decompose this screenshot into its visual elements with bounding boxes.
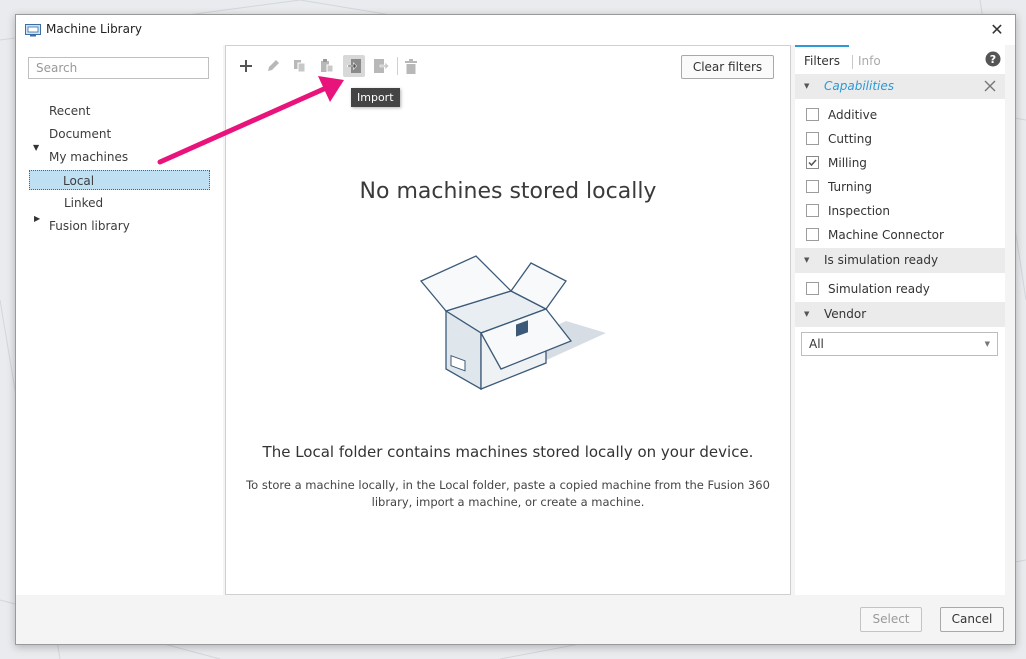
vendor-dropdown[interactable]: All ▼ xyxy=(801,332,998,356)
tree-item-fusion-library[interactable]: Fusion library xyxy=(49,216,130,236)
checkbox-label: Additive xyxy=(828,108,878,122)
vendor-header[interactable]: ▼ Vendor xyxy=(795,302,1005,327)
clear-filters-button[interactable]: Clear filters xyxy=(681,55,774,79)
checkbox-label: Turning xyxy=(828,180,872,194)
section-title: Capabilities xyxy=(824,79,894,93)
tree-item-document[interactable]: Document xyxy=(49,124,111,144)
section-title: Is simulation ready xyxy=(824,253,939,267)
checkbox[interactable] xyxy=(806,204,819,217)
help-icon[interactable]: ? xyxy=(985,51,1001,67)
import-icon[interactable] xyxy=(343,55,365,77)
collapse-icon: ▼ xyxy=(804,82,810,90)
machine-library-icon xyxy=(25,24,41,37)
machine-library-dialog: Machine Library ✕ Recent Document ▼ My m… xyxy=(15,14,1016,645)
checkbox[interactable] xyxy=(806,108,819,121)
vendor-selected-value: All xyxy=(809,337,824,351)
tree-item-label: Document xyxy=(49,127,112,141)
close-section-icon[interactable] xyxy=(982,78,998,94)
checkbox-label: Inspection xyxy=(828,204,890,218)
checkbox[interactable] xyxy=(806,132,819,145)
empty-state-description: To store a machine locally, in the Local… xyxy=(240,477,776,511)
tree-item-label: My machines xyxy=(49,150,129,164)
capabilities-header[interactable]: ▼ Capabilities xyxy=(795,74,1005,99)
expand-down-icon[interactable]: ▼ xyxy=(33,143,39,152)
empty-state-heading: No machines stored locally xyxy=(359,179,657,204)
tree-item-label: Recent xyxy=(49,104,91,118)
collapse-icon: ▼ xyxy=(804,256,810,264)
filter-tabs: Filters Info ? xyxy=(795,45,1005,71)
tab-filters[interactable]: Filters xyxy=(804,54,840,68)
svg-text:?: ? xyxy=(990,53,996,66)
checkbox-checked[interactable] xyxy=(806,156,819,169)
checkmark-icon xyxy=(808,159,817,167)
import-tooltip: Import xyxy=(351,88,400,107)
cancel-button[interactable]: Cancel xyxy=(940,607,1004,632)
checkbox-label: Cutting xyxy=(828,132,872,146)
checkbox[interactable] xyxy=(806,180,819,193)
library-tree-panel: Recent Document ▼ My machines Local Link… xyxy=(16,45,223,595)
checkbox-label: Simulation ready xyxy=(828,282,930,296)
collapse-icon: ▼ xyxy=(804,310,810,318)
checkbox[interactable] xyxy=(806,228,819,241)
chevron-down-icon: ▼ xyxy=(984,340,990,348)
description-line: To store a machine locally, in the Local… xyxy=(246,478,770,492)
tree-item-local[interactable]: Local xyxy=(29,170,210,190)
expand-right-icon[interactable]: ▶ xyxy=(34,214,40,223)
tree-item-label: Linked xyxy=(64,196,104,210)
select-button[interactable]: Select xyxy=(860,607,922,632)
tab-info[interactable]: Info xyxy=(858,54,881,68)
machine-list-panel: Import Clear filters No machines stored … xyxy=(225,45,791,595)
simulation-header[interactable]: ▼ Is simulation ready xyxy=(795,248,1005,273)
toolbar-separator xyxy=(397,57,398,75)
delete-icon[interactable] xyxy=(400,55,422,77)
tree-item-linked[interactable]: Linked xyxy=(64,193,103,213)
tree-item-label: Local xyxy=(63,174,95,188)
empty-box-illustration xyxy=(419,255,606,391)
title-bar: Machine Library ✕ xyxy=(16,15,1015,45)
copy-icon[interactable] xyxy=(289,55,311,77)
add-icon[interactable] xyxy=(235,55,257,77)
active-tab-indicator xyxy=(795,45,849,47)
paste-icon[interactable] xyxy=(316,55,338,77)
section-title: Vendor xyxy=(824,307,867,321)
search-input[interactable] xyxy=(28,57,209,79)
checkbox[interactable] xyxy=(806,282,819,295)
description-line: library, import a machine, or create a m… xyxy=(371,495,645,509)
tree-item-label: Fusion library xyxy=(49,219,130,233)
tree-item-recent[interactable]: Recent xyxy=(49,101,90,121)
checkbox-label: Milling xyxy=(828,156,867,170)
checkbox-label: Machine Connector xyxy=(828,228,944,242)
edit-icon[interactable] xyxy=(262,55,284,77)
tree-item-my-machines[interactable]: My machines xyxy=(49,147,128,167)
empty-state-subheading: The Local folder contains machines store… xyxy=(262,443,754,461)
tab-divider xyxy=(852,55,853,69)
close-icon[interactable]: ✕ xyxy=(987,19,1007,41)
export-icon[interactable] xyxy=(370,55,392,77)
filters-panel: Filters Info ? ▼ Capabilities Additive C… xyxy=(795,45,1005,595)
window-title: Machine Library xyxy=(46,22,143,36)
